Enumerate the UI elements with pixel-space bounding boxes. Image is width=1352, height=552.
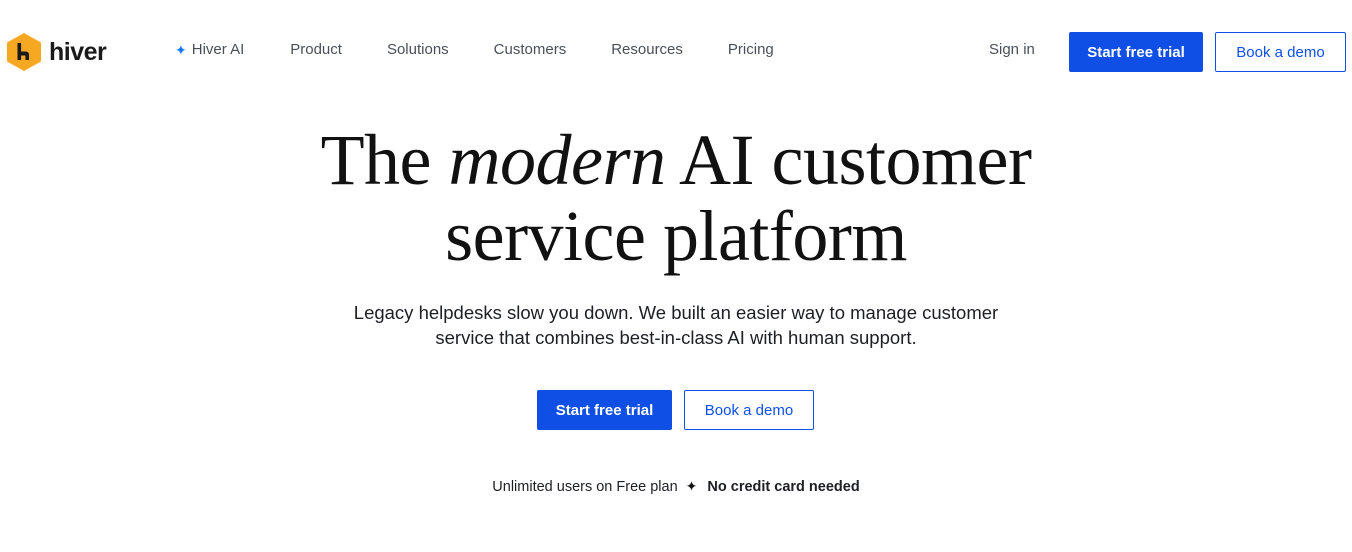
nav-item-product[interactable]: Product — [290, 41, 342, 58]
brand-name: hiver — [49, 37, 107, 66]
nav-item-label: Product — [290, 41, 342, 58]
nav-item-hiver-ai[interactable]: ✦ Hiver AI — [175, 41, 244, 58]
nav-item-label: Solutions — [386, 41, 449, 58]
hero-subtitle-line1: Legacy helpdesks slow you down. We built… — [353, 302, 999, 323]
nav-item-solutions[interactable]: Solutions — [387, 41, 449, 58]
nav-item-pricing[interactable]: Pricing — [728, 41, 774, 58]
nav-item-customers[interactable]: Customers — [494, 41, 567, 58]
nav-item-label: Customers — [493, 41, 567, 58]
sign-in-link[interactable]: Sign in — [989, 41, 1035, 58]
sparkle-separator-icon: ✦ — [685, 478, 698, 494]
nav-item-label: Pricing — [727, 41, 774, 58]
landing-page: hiver ✦ Hiver AI Product Solutions Custo… — [0, 0, 1352, 552]
nav-book-demo-button[interactable]: Book a demo — [1215, 32, 1346, 72]
primary-nav: ✦ Hiver AI Product Solutions Customers R… — [175, 41, 819, 58]
nav-item-label: Hiver AI — [191, 41, 245, 58]
hero-start-free-trial-button[interactable]: Start free trial — [537, 390, 672, 430]
nav-start-free-trial-button[interactable]: Start free trial — [1069, 32, 1203, 72]
free-plan-note: Unlimited users on Free plan — [492, 478, 678, 495]
nav-item-resources[interactable]: Resources — [611, 41, 683, 58]
no-credit-card-note: No credit card needed — [707, 478, 860, 495]
signup-benefits: Unlimited users on Free plan ✦ No credit… — [0, 478, 1352, 495]
sparkle-icon: ✦ — [175, 41, 187, 58]
hero-book-demo-button[interactable]: Book a demo — [684, 390, 814, 430]
hero-title-emphasis: modern — [448, 120, 666, 200]
hero-title-line2: service platform — [445, 196, 907, 276]
hero-title: The modern AI customer service platform — [0, 122, 1352, 274]
top-navigation: hiver ✦ Hiver AI Product Solutions Custo… — [0, 0, 1352, 104]
hero-subtitle-line2: service that combines best-in-class AI w… — [435, 327, 917, 348]
hero-subtitle: Legacy helpdesks slow you down. We built… — [276, 300, 1076, 350]
hiver-logo[interactable]: hiver — [5, 32, 107, 72]
hero-title-part2: AI customer — [665, 120, 1032, 200]
hiver-hexagon-icon — [7, 33, 41, 71]
hero-title-part1: The — [320, 120, 449, 200]
nav-item-label: Resources — [611, 41, 683, 58]
